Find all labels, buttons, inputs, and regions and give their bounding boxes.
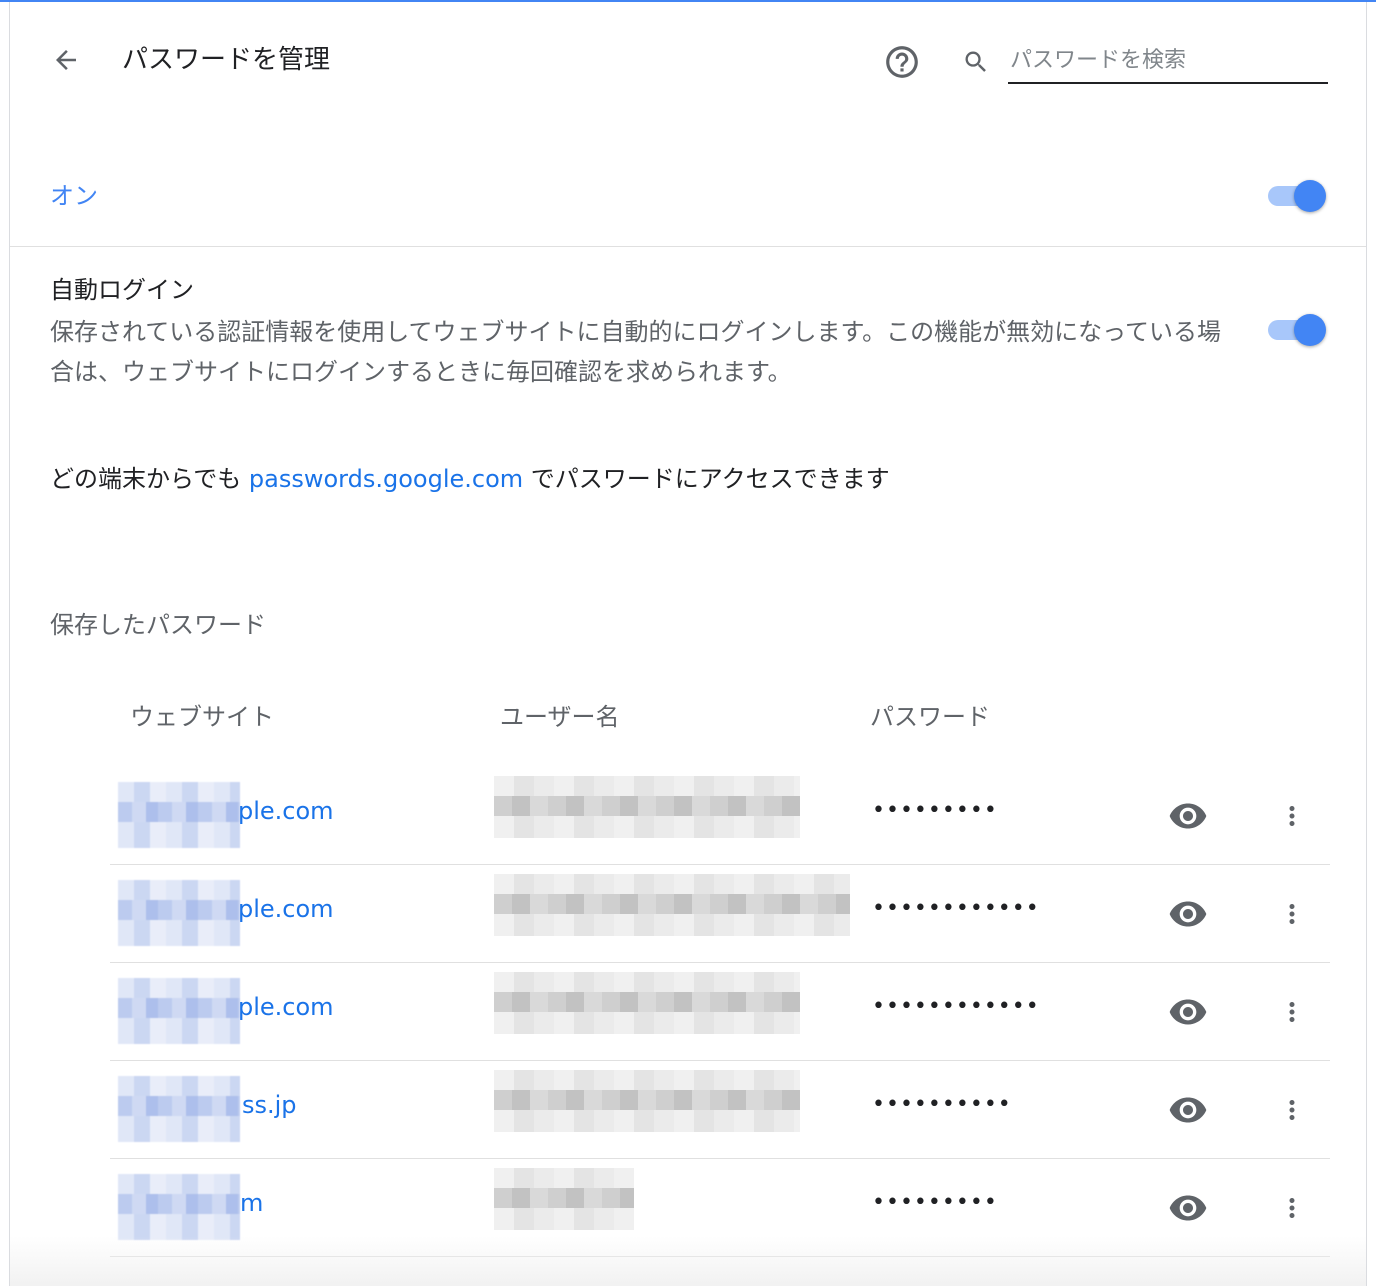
search-icon (958, 44, 994, 80)
access-info: どの端末からでも passwords.google.com でパスワードにアクセ… (50, 462, 890, 496)
site-link[interactable]: ple.com (238, 794, 334, 828)
more-actions-button[interactable] (1270, 990, 1314, 1034)
back-arrow-icon (56, 50, 76, 70)
more-actions-button[interactable] (1270, 1088, 1314, 1132)
show-password-button[interactable] (1166, 892, 1210, 936)
scroll-fade (10, 1236, 1366, 1286)
help-button[interactable] (880, 40, 924, 84)
more-actions-button[interactable] (1270, 892, 1314, 936)
saved-passwords-heading: 保存したパスワード (50, 611, 266, 639)
site-link[interactable]: ss.jp (242, 1088, 297, 1122)
username-redacted (494, 972, 800, 1034)
toggle-knob (1294, 180, 1326, 212)
panel-edge-right (1366, 2, 1367, 1286)
password-row: ple.com ••••••••• (110, 766, 1330, 864)
show-password-button[interactable] (1166, 1088, 1210, 1132)
search-input[interactable] (1008, 38, 1328, 84)
help-icon (886, 46, 918, 78)
site-redacted (118, 978, 240, 1044)
save-passwords-label: オン (50, 182, 98, 210)
password-row: ple.com •••••••••••• (110, 962, 1330, 1060)
username-redacted (494, 776, 800, 838)
section-divider (10, 246, 1366, 247)
more-actions-button[interactable] (1270, 1186, 1314, 1230)
password-mask: •••••••••••• (872, 896, 1040, 921)
more-vert-icon (1289, 1100, 1295, 1120)
auto-login-description: 保存されている認証情報を使用してウェブサイトに自動的にログインします。この機能が… (50, 318, 1221, 386)
back-button[interactable] (44, 38, 88, 82)
show-password-button[interactable] (1166, 990, 1210, 1034)
eye-icon (1169, 1097, 1207, 1123)
username-redacted (494, 1168, 634, 1230)
eye-icon (1169, 999, 1207, 1025)
page-title: パスワードを管理 (122, 45, 331, 75)
site-redacted (118, 880, 240, 946)
password-row: ple.com •••••••••••• (110, 864, 1330, 962)
more-vert-icon (1289, 1002, 1295, 1022)
password-mask: •••••••••• (872, 1092, 1012, 1117)
site-link[interactable]: ple.com (238, 892, 334, 926)
password-row: ss.jp •••••••••• (110, 1060, 1330, 1158)
more-vert-icon (1289, 904, 1295, 924)
show-password-button[interactable] (1166, 1186, 1210, 1230)
access-prefix: どの端末からでも (50, 465, 249, 493)
eye-icon (1169, 1195, 1207, 1221)
column-header-website: ウェブサイト (130, 703, 274, 731)
eye-icon (1169, 803, 1207, 829)
username-redacted (494, 874, 850, 936)
save-passwords-toggle[interactable] (1266, 178, 1330, 214)
username-redacted (494, 1070, 800, 1132)
access-suffix: でパスワードにアクセスできます (523, 465, 890, 493)
column-header-username: ユーザー名 (500, 703, 620, 731)
passwords-google-link[interactable]: passwords.google.com (249, 465, 523, 493)
eye-icon (1169, 901, 1207, 927)
show-password-button[interactable] (1166, 794, 1210, 838)
column-header-password: パスワード (870, 703, 990, 731)
more-vert-icon (1289, 806, 1295, 826)
site-redacted (118, 782, 240, 848)
auto-login-toggle[interactable] (1266, 312, 1330, 348)
password-mask: ••••••••• (872, 798, 998, 823)
site-redacted (118, 1174, 240, 1240)
toggle-knob (1294, 314, 1326, 346)
password-mask: ••••••••• (872, 1190, 998, 1215)
site-link[interactable]: ple.com (238, 990, 334, 1024)
site-redacted (118, 1076, 240, 1142)
more-vert-icon (1289, 1198, 1295, 1218)
auto-login-title: 自動ログイン (50, 276, 194, 304)
panel-edge-left (9, 2, 10, 1286)
more-actions-button[interactable] (1270, 794, 1314, 838)
password-mask: •••••••••••• (872, 994, 1040, 1019)
site-link[interactable]: m (240, 1186, 263, 1220)
